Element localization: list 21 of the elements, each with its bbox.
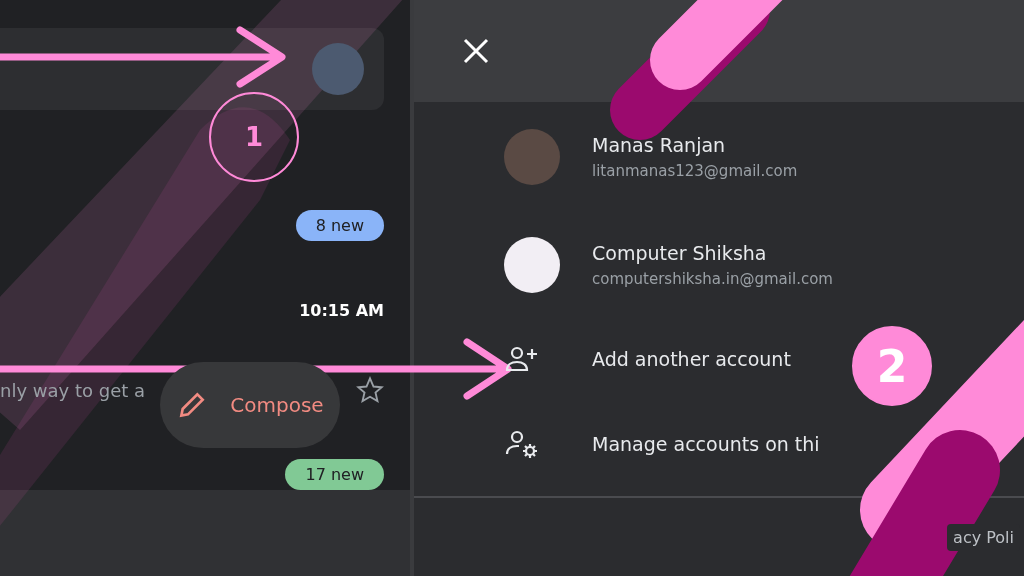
account-row[interactable]: Computer Shiksha computershiksha.in@gmail.com [414,212,1024,318]
account-row[interactable]: Manas Ranjan litanmanas123@gmail.com [414,102,1024,212]
add-person-icon [505,345,539,373]
step-number-marker: 1 [209,92,299,182]
new-count-badge: 17 new [285,459,384,490]
account-name: Computer Shiksha [592,242,768,264]
message-snippet: nly way to get a [0,379,145,401]
search-bar[interactable] [0,28,384,110]
new-count-badge: 8 new [295,209,384,241]
message-time: 10:15 AM [299,300,384,320]
compose-button[interactable]: Compose [160,362,340,448]
account-email: computershiksha.in@gmail.com [592,270,833,288]
photo-placeholder [504,237,560,293]
close-button[interactable] [462,37,490,65]
person-gear-icon [505,429,539,459]
account-email: litanmanas123@gmail.com [592,162,798,180]
add-account-button[interactable]: Add another account [592,348,791,370]
account-name: Manas Ranjan [592,134,727,156]
manage-accounts-button[interactable]: Manage accounts on thi [592,433,820,455]
star-icon[interactable] [356,376,384,404]
photo-placeholder [504,129,560,185]
